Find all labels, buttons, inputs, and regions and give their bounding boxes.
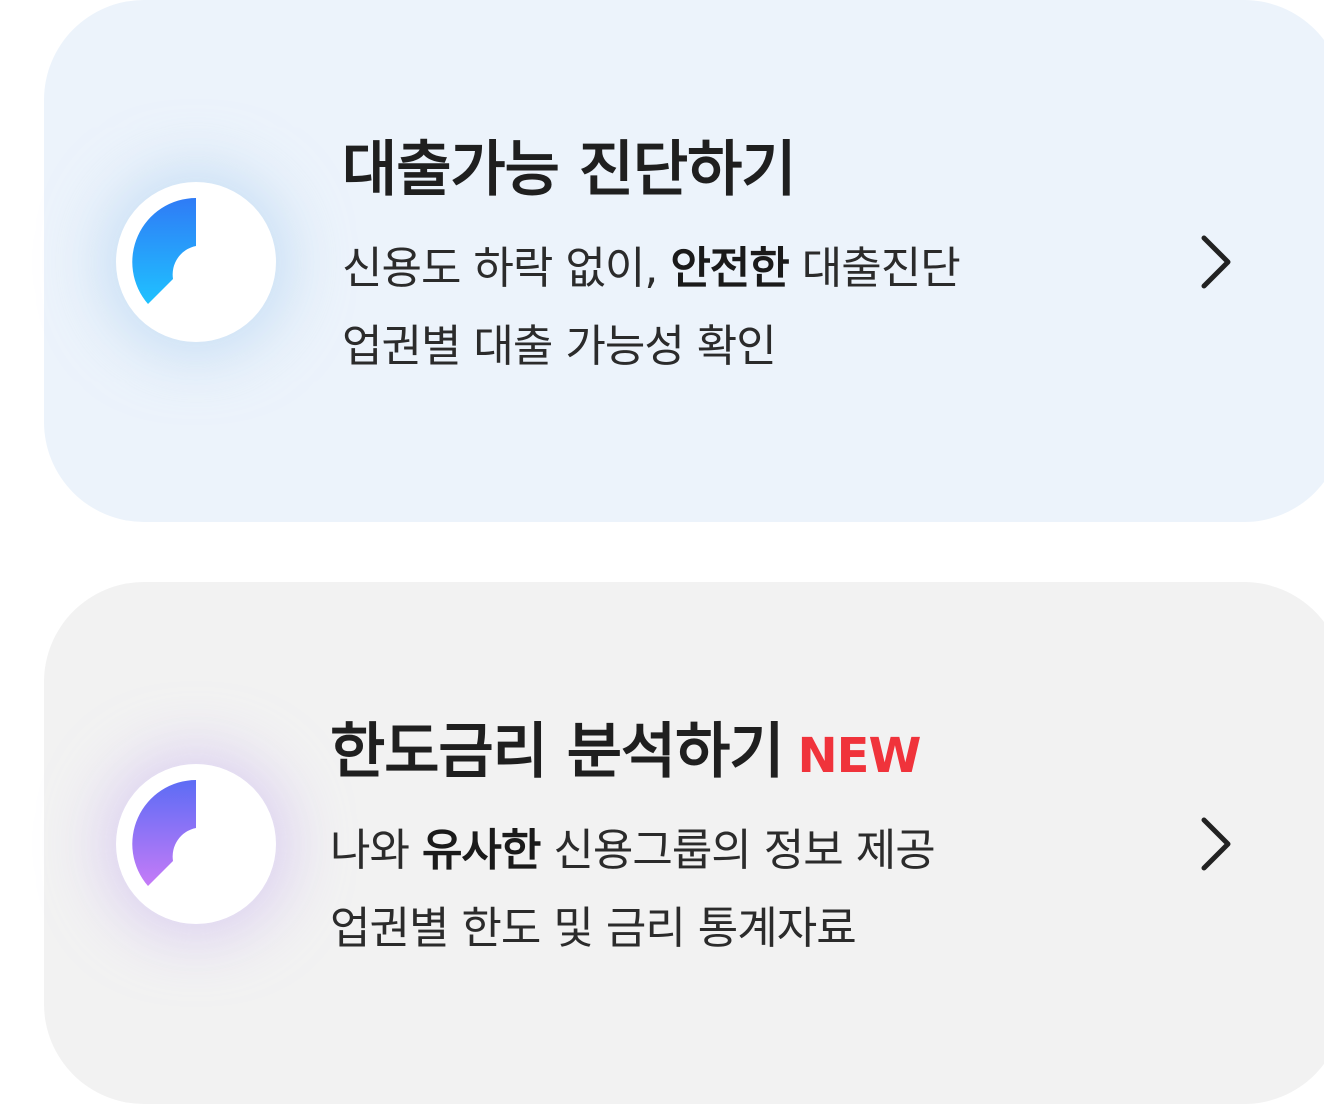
- limit-rate-analysis-card[interactable]: 한도금리 분석하기 NEW 나와 유사한 신용그룹의 정보 제공 업권별 한도 및…: [44, 582, 1324, 1104]
- loan-diagnosis-card[interactable]: 대출가능 진단하기 신용도 하락 없이, 안전한 대출진단 업권별 대출 가능성…: [44, 0, 1324, 522]
- description-line-1: 신용도 하락 없이, 안전한 대출진단: [342, 243, 961, 294]
- new-badge: NEW: [797, 728, 922, 784]
- description-line-1: 나와 유사한 신용그룹의 정보 제공: [330, 825, 936, 876]
- description-line-2: 업권별 한도 및 금리 통계자료: [330, 903, 857, 954]
- card-description: 신용도 하락 없이, 안전한 대출진단 업권별 대출 가능성 확인: [342, 230, 961, 386]
- chevron-right-icon[interactable]: [1194, 812, 1238, 876]
- loan-diagnosis-icon: [116, 182, 276, 342]
- description-line-2: 업권별 대출 가능성 확인: [342, 321, 777, 372]
- card-title: 대출가능 진단하기: [342, 135, 796, 205]
- limit-rate-analysis-icon: [116, 764, 276, 924]
- chevron-right-icon[interactable]: [1194, 230, 1238, 294]
- card-description: 나와 유사한 신용그룹의 정보 제공 업권별 한도 및 금리 통계자료: [330, 812, 936, 968]
- card-title: 한도금리 분석하기 NEW: [330, 717, 922, 787]
